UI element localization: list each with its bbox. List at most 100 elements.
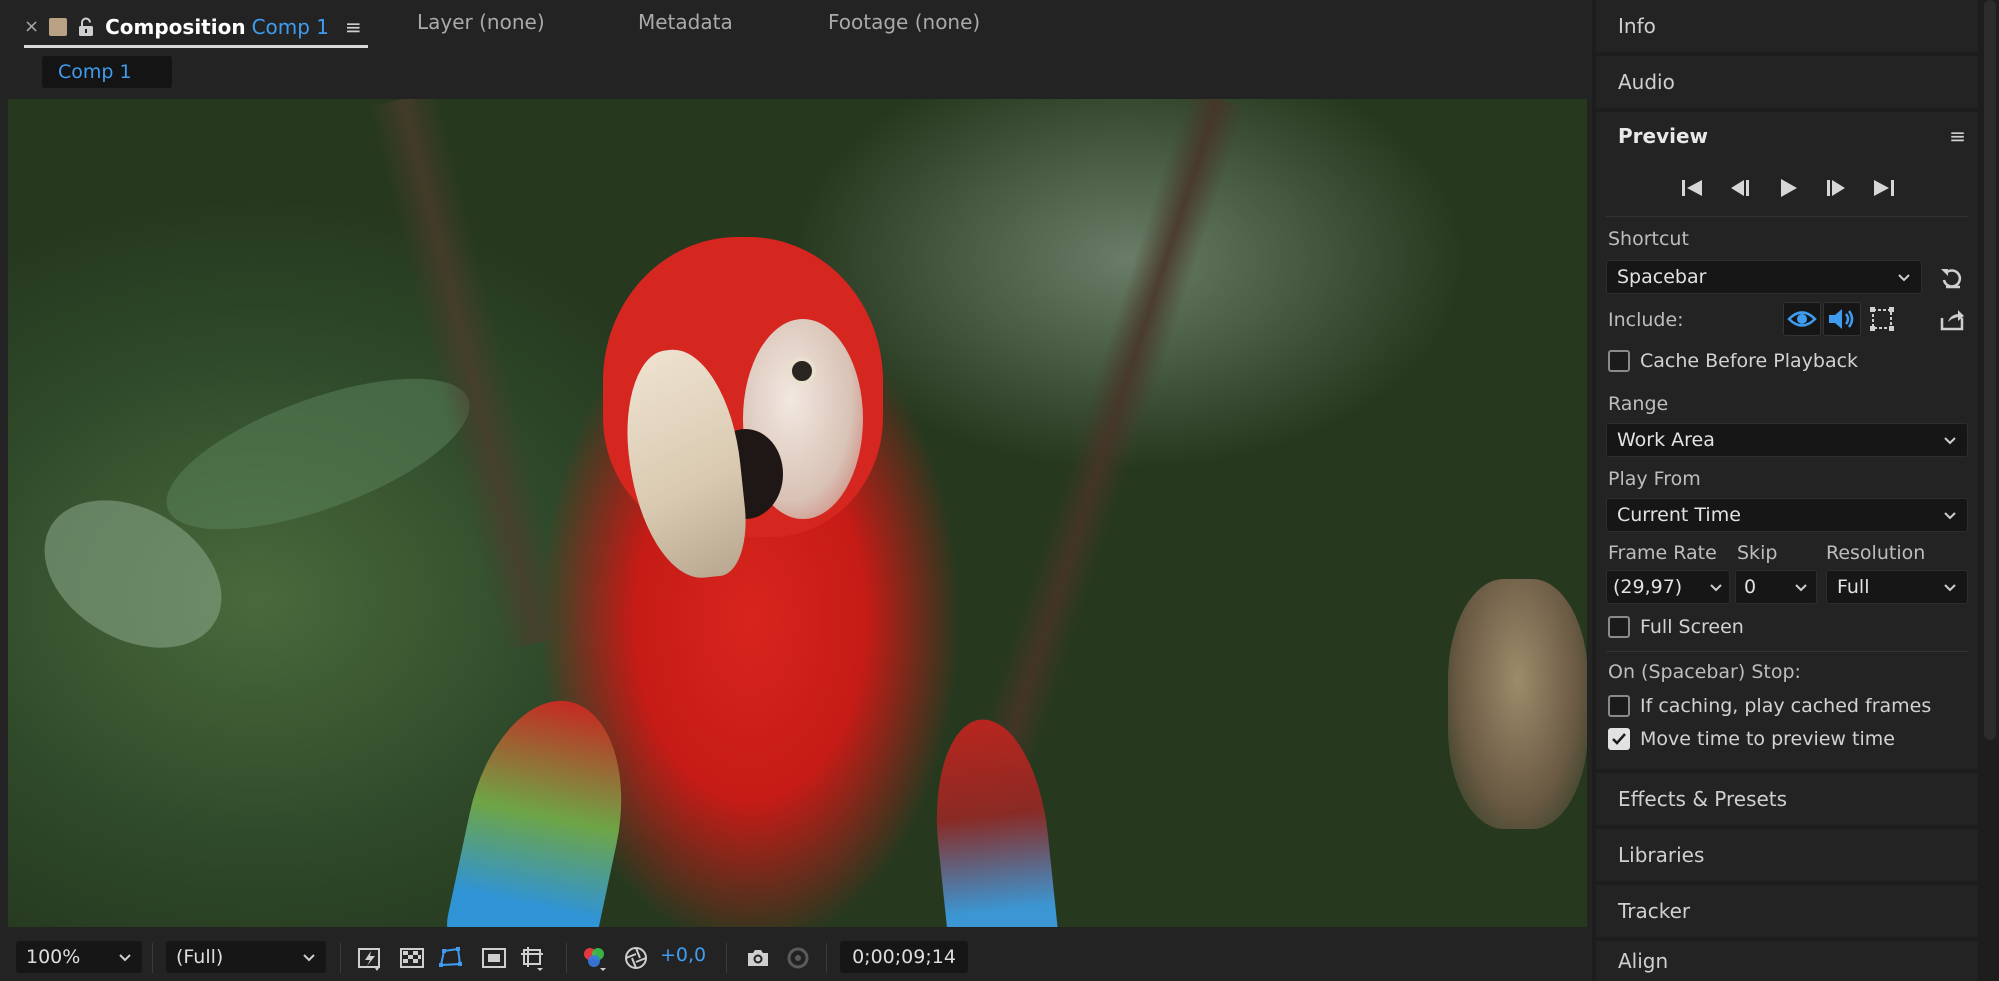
preview-title[interactable]: Preview <box>1618 124 1708 148</box>
tab-footage[interactable]: Footage (none) <box>828 10 980 34</box>
reset-exposure-icon[interactable] <box>622 944 650 972</box>
frame-rate-value: (29,97) <box>1613 576 1683 598</box>
cache-before-playback-checkbox[interactable] <box>1608 350 1630 372</box>
unlock-icon[interactable] <box>77 17 95 37</box>
resolution-value: (Full) <box>176 946 224 968</box>
play-from-value: Current Time <box>1617 504 1741 526</box>
move-time-checkbox[interactable] <box>1608 728 1630 750</box>
fast-previews-icon[interactable] <box>356 944 384 972</box>
parrot-wing <box>442 686 644 927</box>
viewer-toolbar: 100% (Full) +0,0 0;00;09;14 <box>0 935 1592 981</box>
panel-tab-bar: × Composition Comp 1 ≡ Layer (none) Meta… <box>0 0 1592 50</box>
include-audio-toggle[interactable] <box>1823 302 1861 336</box>
previous-frame-icon[interactable] <box>1726 176 1754 200</box>
panel-tracker[interactable]: Tracker <box>1596 885 1978 937</box>
move-time-row[interactable]: Move time to preview time <box>1608 728 1895 750</box>
if-caching-label: If caching, play cached frames <box>1640 695 1932 717</box>
toolbar-divider <box>566 943 567 973</box>
current-time-display[interactable]: 0;00;09;14 <box>840 941 968 973</box>
divider <box>1606 216 1968 217</box>
include-video-toggle[interactable] <box>1783 302 1821 336</box>
snapshot-camera-icon[interactable] <box>744 944 772 972</box>
toolbar-divider <box>826 943 827 973</box>
if-caching-row[interactable]: If caching, play cached frames <box>1608 695 1931 717</box>
eye-icon <box>1787 311 1817 327</box>
tab-metadata[interactable]: Metadata <box>638 10 733 34</box>
shortcut-value: Spacebar <box>1617 266 1707 288</box>
grid-guides-icon[interactable] <box>518 944 546 972</box>
panel-scrollbar[interactable] <box>1984 0 1996 740</box>
panel-menu-icon[interactable]: ≡ <box>1949 124 1966 148</box>
show-snapshot-icon <box>787 947 809 969</box>
range-dropdown[interactable]: Work Area <box>1606 423 1968 457</box>
skip-dropdown[interactable]: 0 <box>1735 570 1817 604</box>
play-icon[interactable] <box>1774 176 1802 200</box>
on-stop-label: On (Spacebar) Stop: <box>1608 661 1801 683</box>
transport-controls <box>1678 174 1898 202</box>
full-screen-checkbox[interactable] <box>1608 616 1630 638</box>
shortcut-label: Shortcut <box>1608 228 1689 250</box>
breadcrumb-bar: Comp 1 <box>0 50 1592 98</box>
chevron-down-icon <box>1710 584 1722 592</box>
checkmark-icon <box>1612 733 1626 745</box>
region-of-interest-icon[interactable] <box>480 944 508 972</box>
label-color-swatch[interactable] <box>49 17 68 36</box>
chevron-down-icon <box>1898 274 1910 282</box>
preview-resolution-dropdown[interactable]: Full <box>1826 570 1968 604</box>
tab-composition[interactable]: × Composition Comp 1 ≡ <box>24 8 368 48</box>
tab-menu-icon[interactable]: ≡ <box>345 15 362 39</box>
divider <box>1606 651 1968 652</box>
preview-resolution-value: Full <box>1837 576 1870 598</box>
speaker-icon <box>1829 309 1854 329</box>
composition-viewer[interactable] <box>8 99 1587 927</box>
resolution-label: Resolution <box>1826 542 1926 564</box>
cache-before-playback-row[interactable]: Cache Before Playback <box>1608 350 1858 372</box>
breadcrumb-comp[interactable]: Comp 1 <box>42 56 172 88</box>
mask-path-visibility-icon[interactable] <box>436 944 464 972</box>
first-frame-icon[interactable] <box>1678 176 1706 200</box>
reset-shortcut-icon[interactable] <box>1938 264 1966 292</box>
chevron-down-icon <box>119 954 131 962</box>
background-branch <box>1448 579 1587 829</box>
chevron-down-icon <box>1944 437 1956 445</box>
frame-rate-label: Frame Rate <box>1608 542 1717 564</box>
tab-layer[interactable]: Layer (none) <box>417 10 545 34</box>
chevron-down-icon <box>1944 512 1956 520</box>
range-label: Range <box>1608 393 1669 415</box>
parrot-eye <box>788 357 816 385</box>
chevron-down-icon <box>1944 584 1956 592</box>
resolution-dropdown[interactable]: (Full) <box>166 941 326 973</box>
close-tab-icon[interactable]: × <box>24 16 39 37</box>
toolbar-divider <box>152 943 153 973</box>
last-frame-icon[interactable] <box>1870 176 1898 200</box>
play-from-label: Play From <box>1608 468 1701 490</box>
next-frame-icon[interactable] <box>1822 176 1850 200</box>
panel-info[interactable]: Info <box>1596 0 1978 52</box>
export-icon[interactable] <box>1938 306 1966 334</box>
full-screen-label: Full Screen <box>1640 616 1744 638</box>
panel-align[interactable]: Align <box>1596 941 1978 981</box>
toolbar-divider <box>340 943 341 973</box>
composition-panel: × Composition Comp 1 ≡ Layer (none) Meta… <box>0 0 1592 981</box>
tab-composition-name: Comp 1 <box>251 14 330 39</box>
frame-rate-dropdown[interactable]: (29,97) <box>1606 570 1730 604</box>
background-branch <box>369 99 573 651</box>
shortcut-dropdown[interactable]: Spacebar <box>1606 260 1922 294</box>
panel-effects-presets[interactable]: Effects & Presets <box>1596 773 1978 825</box>
include-overlays-toggle[interactable] <box>1863 302 1901 336</box>
channel-rgb-icon[interactable] <box>580 944 608 972</box>
play-from-dropdown[interactable]: Current Time <box>1606 498 1968 532</box>
full-screen-row[interactable]: Full Screen <box>1608 616 1744 638</box>
exposure-value[interactable]: +0,0 <box>660 944 706 966</box>
magnification-dropdown[interactable]: 100% <box>16 941 142 973</box>
panel-audio[interactable]: Audio <box>1596 56 1978 108</box>
skip-label: Skip <box>1737 542 1778 564</box>
if-caching-checkbox[interactable] <box>1608 695 1630 717</box>
transparency-grid-icon[interactable] <box>398 944 426 972</box>
chevron-down-icon <box>303 954 315 962</box>
right-panel-stack: Info Audio Preview ≡ Shortcut Spacebar I… <box>1596 0 1999 981</box>
overlay-bounds-icon <box>1870 307 1894 331</box>
move-time-label: Move time to preview time <box>1640 728 1895 750</box>
panel-libraries[interactable]: Libraries <box>1596 829 1978 881</box>
skip-value: 0 <box>1744 576 1757 598</box>
